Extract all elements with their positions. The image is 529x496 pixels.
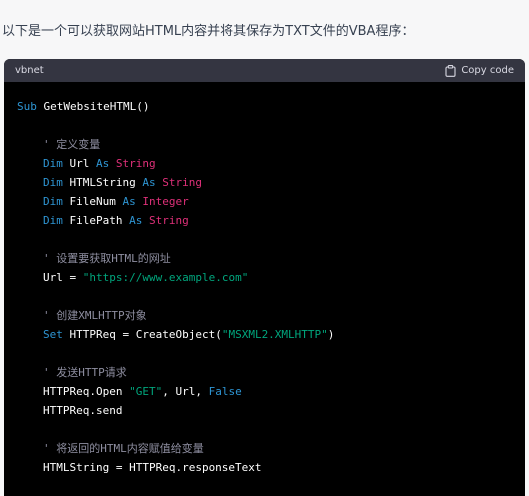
code-line: Dim FileNum As Integer [17, 192, 525, 211]
identifier-token: HTTPReq = CreateObject( [62, 328, 222, 341]
code-line: Url = "https://www.example.com" [17, 268, 525, 287]
copy-code-label: Copy code [461, 65, 514, 76]
code-line: Dim FilePath As String [17, 211, 525, 230]
keyword-token: Sub [17, 100, 37, 113]
comment-token: ' 定义变量 [43, 138, 101, 151]
clipboard-icon [445, 64, 456, 77]
keyword-token: Dim [43, 195, 63, 208]
keyword-token: As [129, 214, 143, 227]
code-language-label: vbnet [15, 65, 44, 76]
keyword-token: Dim [43, 214, 63, 227]
keyword-token: As [122, 195, 136, 208]
code-line: Set HTTPReq = CreateObject("MSXML2.XMLHT… [17, 325, 525, 344]
identifier-token: HTMLString [62, 176, 143, 189]
identifier-token: Url = [43, 271, 83, 284]
code-line: ' 定义变量 [17, 135, 525, 154]
code-line: Dim Url As String [17, 154, 525, 173]
identifier-token: Url [62, 157, 96, 170]
code-line: Dim HTMLString As String [17, 173, 525, 192]
sub-name-token: GetWebsiteHTML() [36, 100, 150, 113]
keyword-token: Set [43, 328, 63, 341]
intro-text: 以下是一个可以获取网站HTML内容并将其保存为TXT文件的VBA程序： [2, 24, 415, 39]
type-token: Integer [135, 195, 189, 208]
string-token: "MSXML2.XMLHTTP" [221, 328, 328, 341]
string-token: "https://www.example.com" [82, 271, 249, 284]
code-line: ' 发送HTTP请求 [17, 363, 525, 382]
identifier-token: , Url, [162, 385, 209, 398]
keyword-token: Dim [43, 157, 63, 170]
comment-token: ' 将返回的HTML内容赋值给变量 [43, 442, 204, 455]
code-line: Sub GetWebsiteHTML() [17, 97, 525, 116]
code-line: HTMLString = HTTPReq.responseText [17, 458, 525, 477]
copy-code-button[interactable]: Copy code [445, 64, 514, 77]
comment-token: ' 创建XMLHTTP对象 [43, 309, 147, 322]
code-line: HTTPReq.send [17, 401, 525, 420]
comment-token: ' 设置要获取HTML的网址 [43, 252, 171, 265]
code-line: ' 创建XMLHTTP对象 [17, 306, 525, 325]
code-header: vbnet Copy code [4, 59, 525, 82]
string-token: "GET" [129, 385, 163, 398]
type-token: String [109, 157, 156, 170]
keyword-token: As [142, 176, 156, 189]
keyword-token: As [96, 157, 110, 170]
code-block: vbnet Copy code Sub GetWebsiteHTML() ' 定… [4, 59, 525, 496]
identifier-token: HTTPReq.Open [43, 385, 130, 398]
comment-token: ' 发送HTTP请求 [43, 366, 127, 379]
identifier-token: HTMLString = HTTPReq.responseText [43, 461, 262, 474]
code-line: ' 将返回的HTML内容赋值给变量 [17, 439, 525, 458]
code-body[interactable]: Sub GetWebsiteHTML() ' 定义变量 Dim Url As S… [4, 82, 525, 477]
type-token: String [155, 176, 202, 189]
identifier-token: ) [327, 328, 335, 341]
identifier-token: FileNum [62, 195, 123, 208]
keyword-token: False [208, 385, 242, 398]
code-line: ' 设置要获取HTML的网址 [17, 249, 525, 268]
keyword-token: Dim [43, 176, 63, 189]
code-line: HTTPReq.Open "GET", Url, False [17, 382, 525, 401]
identifier-token: FilePath [62, 214, 130, 227]
type-token: String [142, 214, 189, 227]
identifier-token: HTTPReq.send [43, 404, 123, 417]
